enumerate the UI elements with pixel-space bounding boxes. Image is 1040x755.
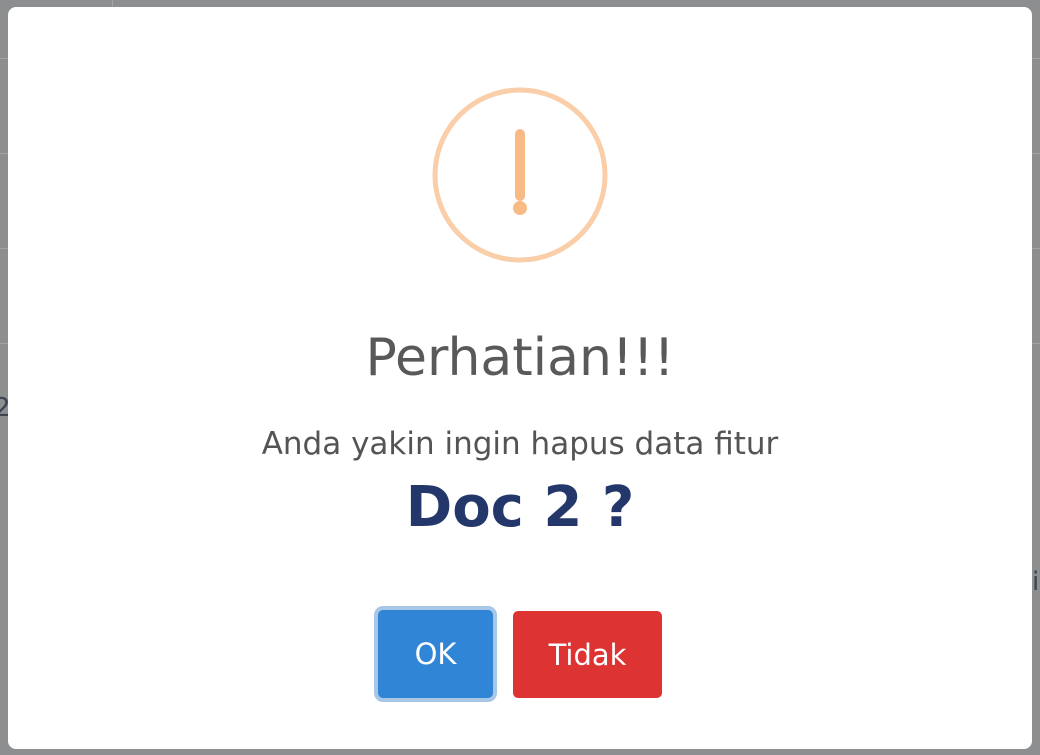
dialog-title: Perhatian!!! [365,328,675,388]
confirm-button[interactable]: OK [378,610,493,698]
cancel-button[interactable]: Tidak [513,611,662,698]
dialog-item-name: Doc 2 ? [405,475,635,540]
warning-exclamation-icon [432,87,608,263]
background-partial-text: i [1032,567,1040,597]
dialog-message: Anda yakin ingin hapus data fitur [261,426,779,462]
